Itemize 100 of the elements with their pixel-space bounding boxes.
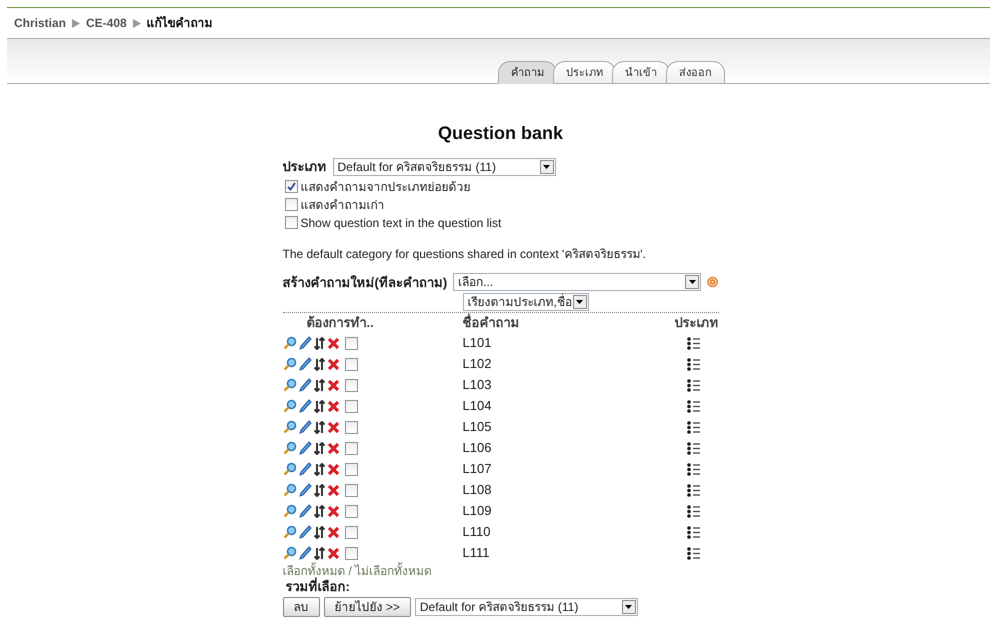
breadcrumb-link[interactable]: Christian — [14, 14, 66, 32]
move-arrows-icon[interactable] — [314, 504, 324, 518]
delete-icon[interactable] — [326, 504, 340, 518]
tab[interactable]: นำเข้า — [612, 60, 670, 84]
pencil-icon[interactable] — [298, 357, 312, 371]
move-arrows-icon[interactable] — [314, 546, 324, 560]
move-arrows-icon[interactable] — [314, 358, 324, 370]
move-arrows-icon[interactable] — [314, 462, 324, 476]
question-name: L101 — [462, 334, 492, 352]
checkbox[interactable] — [344, 378, 358, 392]
pencil-icon[interactable] — [298, 483, 312, 497]
pencil-icon[interactable] — [298, 399, 312, 413]
question-name: L103 — [462, 376, 492, 394]
delete-icon[interactable] — [326, 484, 340, 496]
help-icon[interactable] — [707, 276, 718, 288]
checkbox[interactable] — [284, 198, 298, 211]
delete-icon[interactable] — [326, 336, 340, 350]
move-to-button[interactable]: ย้ายไปยัง >> — [324, 596, 411, 616]
checkbox[interactable] — [284, 180, 298, 193]
context-note: The default category for questions shared in context 'คริสตจริยธรรม'. — [282, 246, 647, 262]
delete-button[interactable]: ลบ — [282, 596, 320, 616]
pencil-icon[interactable] — [298, 378, 312, 392]
search-icon[interactable] — [282, 441, 296, 455]
move-target-select[interactable]: Default for คริสตจริยธรรม (11) — [414, 598, 638, 616]
breadcrumb-link[interactable]: CE-408 — [86, 14, 127, 32]
list-icon — [687, 504, 700, 518]
delete-icon[interactable] — [326, 442, 340, 454]
pencil-icon[interactable] — [298, 504, 312, 518]
link-separator: / — [348, 564, 352, 578]
delete-icon[interactable] — [326, 378, 340, 392]
pencil-icon[interactable] — [298, 441, 312, 455]
search-icon[interactable] — [282, 525, 296, 539]
move-arrows-icon[interactable] — [314, 526, 324, 538]
checkbox[interactable] — [344, 420, 358, 434]
checkbox[interactable] — [344, 484, 358, 496]
checkbox[interactable] — [344, 336, 358, 350]
delete-icon[interactable] — [326, 526, 340, 538]
list-icon — [687, 378, 700, 392]
delete-icon[interactable] — [326, 358, 340, 370]
pencil-icon[interactable] — [298, 336, 312, 350]
search-icon[interactable] — [282, 546, 296, 560]
tab[interactable]: ประเภท — [553, 60, 616, 84]
search-icon[interactable] — [282, 420, 296, 434]
tab[interactable]: ส่งออก — [666, 60, 725, 84]
pencil-icon[interactable] — [298, 462, 312, 476]
search-icon[interactable] — [282, 483, 296, 497]
list-icon — [687, 484, 700, 496]
move-arrows-icon[interactable] — [314, 378, 324, 392]
list-icon — [687, 420, 700, 434]
list-icon — [687, 358, 700, 370]
checkbox[interactable] — [344, 442, 358, 454]
pencil-icon[interactable] — [298, 525, 312, 539]
question-name: L110 — [462, 523, 492, 542]
move-arrows-icon[interactable] — [314, 484, 324, 496]
checkbox[interactable] — [344, 462, 358, 476]
delete-icon[interactable] — [326, 546, 340, 560]
list-icon — [687, 462, 700, 476]
checkbox-label: แสดงคำถามจากประเภทย่อยด้วย — [300, 178, 470, 194]
delete-icon[interactable] — [326, 420, 340, 434]
checkbox[interactable] — [344, 526, 358, 538]
delete-icon[interactable] — [326, 400, 340, 412]
pencil-icon[interactable] — [298, 420, 312, 434]
category-label: ประเภท — [282, 158, 326, 176]
checkbox[interactable] — [284, 216, 298, 229]
list-icon — [687, 400, 700, 412]
checkbox-label: Show question text in the question list — [300, 214, 502, 230]
select-all-link[interactable]: เลือกทั้งหมด — [282, 564, 346, 578]
search-icon[interactable] — [282, 462, 296, 476]
breadcrumb-arrow-icon — [72, 18, 80, 28]
move-arrows-icon[interactable] — [314, 336, 324, 350]
delete-icon[interactable] — [326, 462, 340, 476]
checkbox[interactable] — [344, 400, 358, 412]
search-icon[interactable] — [282, 504, 296, 518]
tab[interactable]: คำถาม — [498, 60, 557, 84]
move-arrows-icon[interactable] — [314, 420, 324, 434]
checkbox-label: แสดงคำถามเก่า — [300, 196, 384, 212]
checkbox[interactable] — [344, 358, 358, 370]
search-icon[interactable] — [282, 357, 296, 371]
question-name: L106 — [462, 439, 492, 458]
category-select[interactable]: Default for คริสตจริยธรรม (11) — [332, 158, 556, 176]
pencil-icon[interactable] — [298, 546, 312, 560]
sort-select[interactable]: เรียงตามประเภท,ชื่อ — [462, 293, 588, 311]
list-icon — [687, 336, 700, 350]
search-icon[interactable] — [282, 399, 296, 413]
checkbox[interactable] — [344, 504, 358, 518]
checkbox[interactable] — [344, 546, 358, 560]
question-name: L105 — [462, 418, 492, 436]
selected-label: รวมที่เลือก: — [284, 578, 351, 594]
move-arrows-icon[interactable] — [314, 442, 324, 454]
search-icon[interactable] — [282, 378, 296, 392]
list-icon — [687, 526, 700, 538]
list-icon — [687, 442, 700, 454]
create-question-label: สร้างคำถามใหม่(ทีละคำถาม) — [282, 274, 448, 292]
deselect-all-link[interactable]: ไม่เลือกทั้งหมด — [354, 564, 432, 578]
question-name: L108 — [462, 481, 492, 500]
move-arrows-icon[interactable] — [314, 400, 324, 412]
question-name: L109 — [462, 502, 492, 520]
list-icon — [687, 546, 700, 560]
search-icon[interactable] — [282, 336, 296, 350]
question-type-select[interactable]: เลือก... — [453, 273, 702, 292]
